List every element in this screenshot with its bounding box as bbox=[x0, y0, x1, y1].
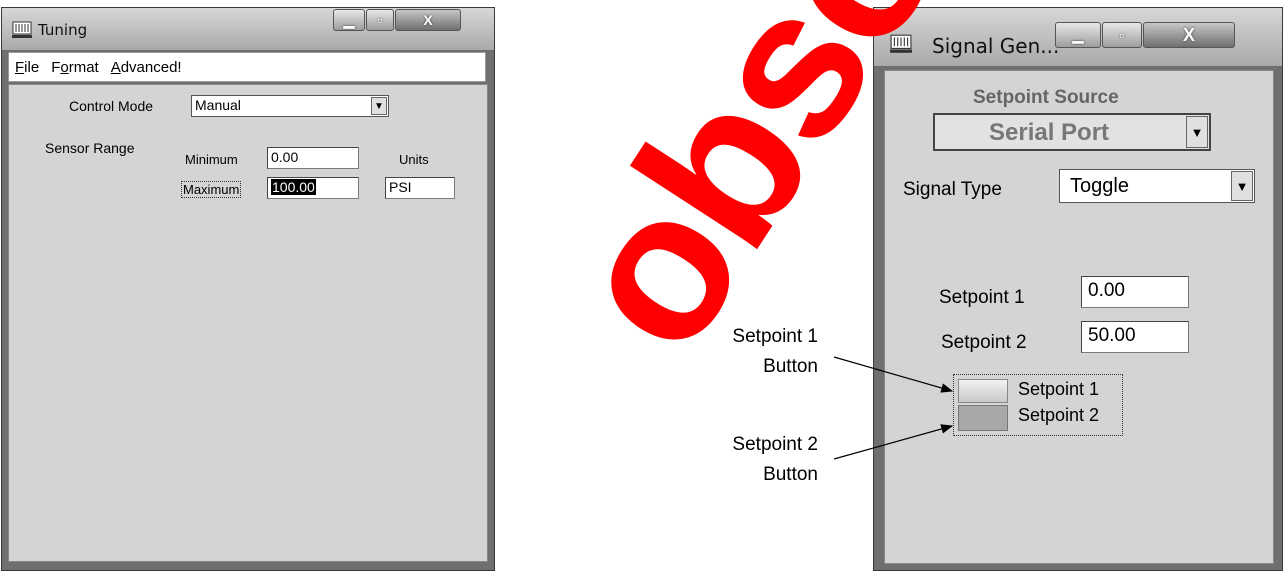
callout-arrows bbox=[833, 356, 954, 460]
setpoint2-callout-arrow bbox=[833, 424, 954, 460]
setpoint1-callout-arrow bbox=[833, 356, 954, 393]
